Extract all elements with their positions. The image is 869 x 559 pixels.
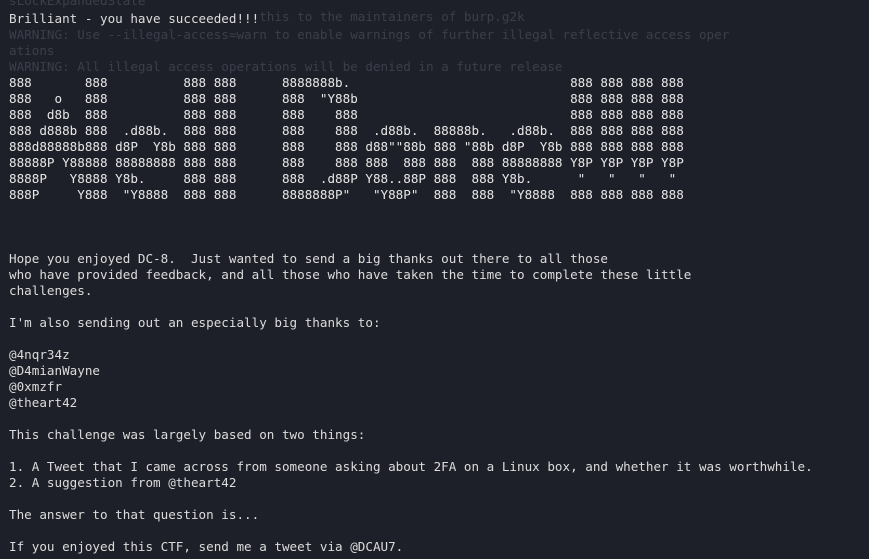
ascii-banner-line: 888 d888b 888 .d88b. 888 888 888 888 .d8… bbox=[9, 123, 684, 138]
message-line: I'm also sending out an especially big t… bbox=[9, 315, 381, 330]
ascii-banner-line: 888P Y888 "Y8888 888 888 8888888P" "Y88P… bbox=[9, 187, 684, 202]
thanks-handle: @theart42 bbox=[9, 395, 78, 410]
message-line: who have provided feedback, and all thos… bbox=[9, 267, 692, 282]
message-line: challenges. bbox=[9, 283, 93, 298]
thanks-handle: @D4mianWayne bbox=[9, 363, 100, 378]
message-line: The answer to that question is... bbox=[9, 507, 260, 522]
terminal-warning-line: WARNING: Use --illegal-access=warn to en… bbox=[9, 27, 730, 42]
thanks-handle: @0xmzfr bbox=[9, 379, 63, 394]
terminal-warning-line: ations bbox=[9, 43, 55, 58]
ascii-banner-line: 88888P Y88888 88888888 888 888 888 888 8… bbox=[9, 155, 684, 170]
message-line: If you enjoyed this CTF, send me a tweet… bbox=[9, 539, 404, 554]
thanks-handle: @4nqr34z bbox=[9, 347, 70, 362]
message-line: Hope you enjoyed DC-8. Just wanted to se… bbox=[9, 251, 608, 266]
message-line: 1. A Tweet that I came across from someo… bbox=[9, 459, 813, 474]
terminal-log-line: sLockExpandedState bbox=[9, 0, 146, 8]
terminal-window[interactable]: sLockExpandedState this to the maintaine… bbox=[0, 0, 869, 559]
success-message: Brilliant - you have succeeded!!! bbox=[9, 11, 260, 26]
ascii-banner-line: 8888P Y8888 Y8b. 888 888 888 .d88P Y88..… bbox=[9, 171, 677, 186]
terminal-warning-line: WARNING: All illegal access operations w… bbox=[9, 59, 563, 74]
ascii-banner-line: 888 888 888 888 8888888b. 888 888 888 88… bbox=[9, 75, 684, 90]
message-line: 2. A suggestion from @theart42 bbox=[9, 475, 237, 490]
message-line: This challenge was largely based on two … bbox=[9, 427, 366, 442]
ascii-banner-line: 888 d8b 888 888 888 888 888 888 888 888 … bbox=[9, 107, 684, 122]
ascii-banner-line: 888d88888b888 d8P Y8b 888 888 888 888 d8… bbox=[9, 139, 684, 154]
ascii-banner-line: 888 o 888 888 888 888 "Y88b 888 888 888 … bbox=[9, 91, 684, 106]
